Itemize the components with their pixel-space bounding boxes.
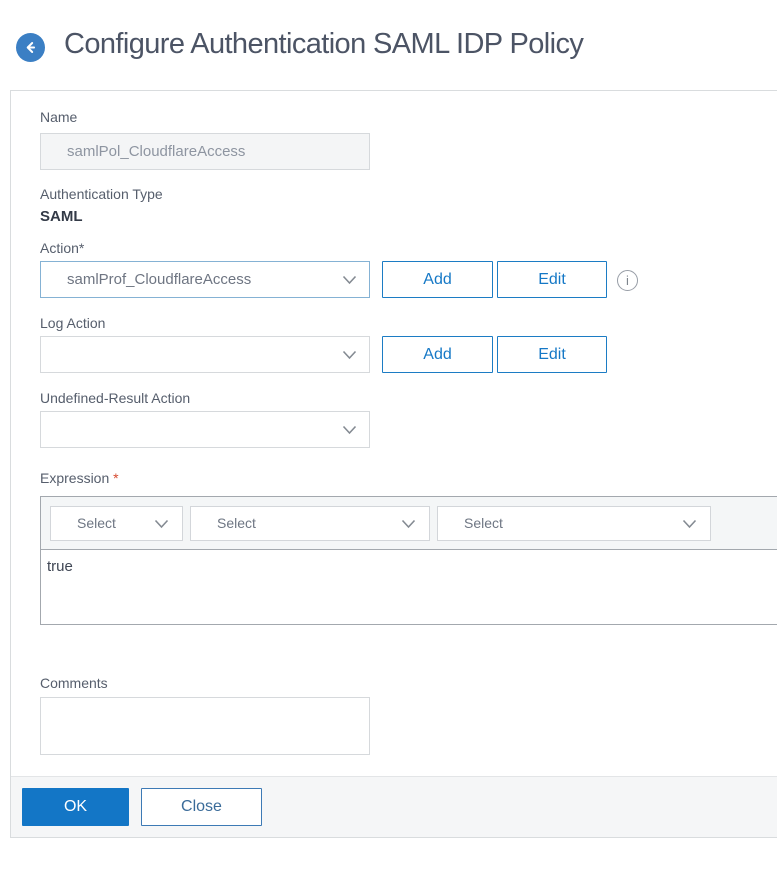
configure-saml-idp-policy-page: Configure Authentication SAML IDP Policy… <box>0 0 777 877</box>
form-panel: Name samlPol_CloudflareAccess Authentica… <box>10 90 777 838</box>
back-button[interactable] <box>16 33 45 62</box>
arrow-left-icon <box>23 40 38 55</box>
ok-button[interactable]: OK <box>22 788 129 826</box>
expression-select-2[interactable]: Select <box>190 506 430 541</box>
expression-input[interactable]: true <box>41 550 777 625</box>
expression-builder: Select Select Select true <box>40 496 777 625</box>
log-action-edit-button[interactable]: Edit <box>497 336 607 373</box>
close-button[interactable]: Close <box>141 788 262 826</box>
expression-select-3-value: Select <box>464 515 503 531</box>
action-select-value: samlProf_CloudflareAccess <box>67 271 252 288</box>
name-input: samlPol_CloudflareAccess <box>40 133 370 170</box>
expression-select-2-value: Select <box>217 515 256 531</box>
chevron-down-icon <box>154 519 169 529</box>
chevron-down-icon <box>342 425 357 435</box>
auth-type-value: SAML <box>40 208 83 225</box>
log-action-select[interactable] <box>40 336 370 373</box>
expression-label: Expression * <box>40 470 119 486</box>
action-select[interactable]: samlProf_CloudflareAccess <box>40 261 370 298</box>
info-icon[interactable]: i <box>617 270 638 291</box>
comments-label: Comments <box>40 675 108 691</box>
expression-label-text: Expression <box>40 470 110 486</box>
footer-bar: OK Close <box>11 776 777 837</box>
action-add-button[interactable]: Add <box>382 261 493 298</box>
name-label: Name <box>40 109 78 125</box>
page-title: Configure Authentication SAML IDP Policy <box>64 28 584 60</box>
chevron-down-icon <box>342 350 357 360</box>
comments-input[interactable] <box>40 697 370 755</box>
expression-select-1[interactable]: Select <box>50 506 183 541</box>
expression-select-1-value: Select <box>77 515 116 531</box>
expression-select-3[interactable]: Select <box>437 506 711 541</box>
chevron-down-icon <box>401 519 416 529</box>
log-action-add-button[interactable]: Add <box>382 336 493 373</box>
chevron-down-icon <box>682 519 697 529</box>
expression-required-mark: * <box>113 470 119 486</box>
undefined-result-action-label: Undefined-Result Action <box>40 390 191 406</box>
chevron-down-icon <box>342 275 357 285</box>
auth-type-label: Authentication Type <box>40 186 163 202</box>
action-label: Action* <box>40 240 85 256</box>
action-edit-button[interactable]: Edit <box>497 261 607 298</box>
expression-toolbar: Select Select Select <box>41 497 777 550</box>
log-action-label: Log Action <box>40 315 106 331</box>
undefined-result-action-select[interactable] <box>40 411 370 448</box>
